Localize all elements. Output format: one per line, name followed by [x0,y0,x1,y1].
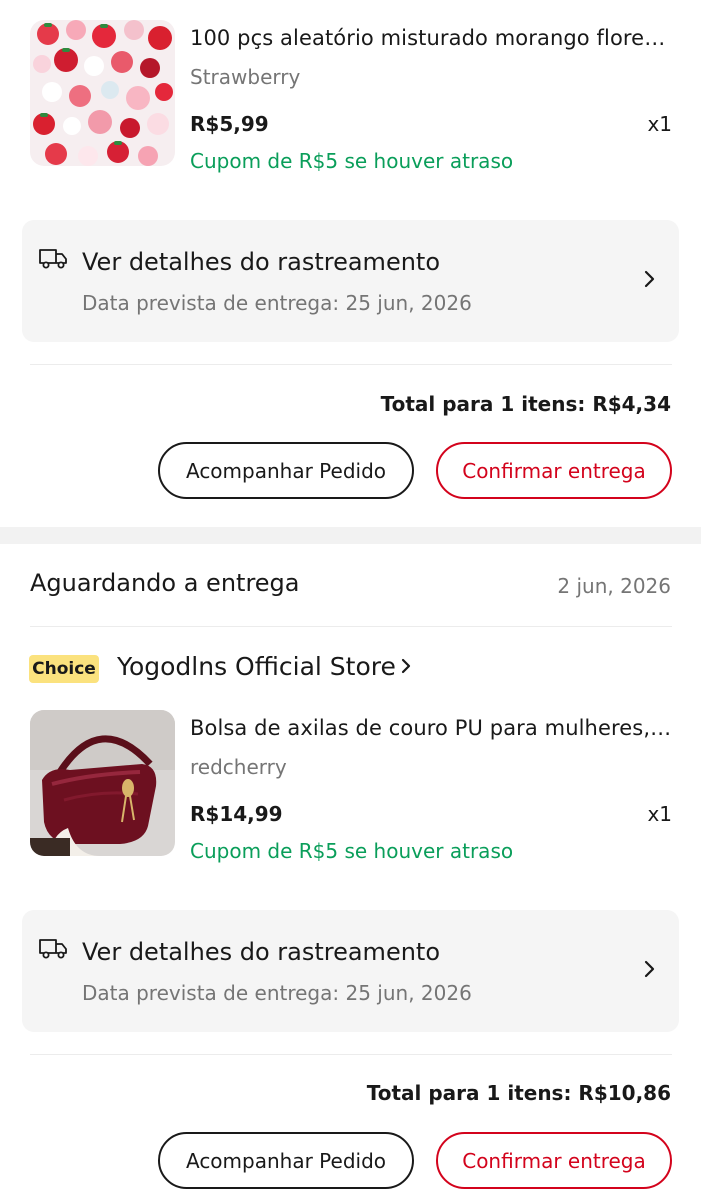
confirm-delivery-button[interactable]: Confirmar entrega [436,1132,672,1189]
orders-page: 100 pçs aleatório misturado morango flor… [0,0,701,1200]
product-variant: Strawberry [190,65,301,89]
track-order-button[interactable]: Acompanhar Pedido [158,442,414,499]
strawberry-charms-photo [30,20,175,166]
order-card-2: Aguardando a entrega 2 jun, 2026 Choice … [0,544,701,1200]
tracking-title: Ver detalhes do rastreamento [82,938,441,966]
product-image[interactable] [30,710,175,856]
section-separator [0,527,701,544]
product-title[interactable]: Bolsa de axilas de couro PU para mulhere… [190,716,672,740]
delay-coupon-text: Cupom de R$5 se houver atraso [190,839,514,863]
tracking-title: Ver detalhes do rastreamento [82,248,441,276]
product-title[interactable]: 100 pçs aleatório misturado morango flor… [190,26,672,50]
chevron-right-icon [400,652,412,681]
store-name: Yogodlns Official Store [117,652,396,681]
product-row[interactable]: Bolsa de axilas de couro PU para mulhere… [30,710,672,863]
tracking-details-card[interactable]: Ver detalhes do rastreamento Data previs… [22,220,679,342]
product-price: R$5,99 [190,112,269,136]
burgundy-handbag-photo [30,710,175,856]
store-link[interactable]: Yogodlns Official Store [117,652,412,681]
delivery-truck-icon [39,939,67,959]
product-variant: redcherry [190,755,287,779]
divider [30,364,672,365]
order-total: Total para 1 itens: R$10,86 [366,1081,671,1105]
tracking-details-card[interactable]: Ver detalhes do rastreamento Data previs… [22,910,679,1032]
product-quantity: x1 [647,802,672,826]
product-image[interactable] [30,20,175,166]
product-row[interactable]: 100 pçs aleatório misturado morango flor… [30,20,672,173]
order-status: Aguardando a entrega [30,569,300,597]
delay-coupon-text: Cupom de R$5 se houver atraso [190,149,514,173]
chevron-right-icon [644,960,655,978]
track-order-button[interactable]: Acompanhar Pedido [158,1132,414,1189]
product-price: R$14,99 [190,802,283,826]
confirm-delivery-button[interactable]: Confirmar entrega [436,442,672,499]
order-card-1: 100 pçs aleatório misturado morango flor… [0,0,701,527]
chevron-right-icon [644,270,655,288]
expected-delivery-date: Data prevista de entrega: 25 jun, 2026 [82,291,472,315]
order-total: Total para 1 itens: R$4,34 [380,392,671,416]
expected-delivery-date: Data prevista de entrega: 25 jun, 2026 [82,981,472,1005]
product-quantity: x1 [647,112,672,136]
delivery-truck-icon [39,249,67,269]
divider [30,626,672,627]
divider [30,1054,672,1055]
choice-badge: Choice [29,655,99,683]
order-date: 2 jun, 2026 [557,574,671,598]
